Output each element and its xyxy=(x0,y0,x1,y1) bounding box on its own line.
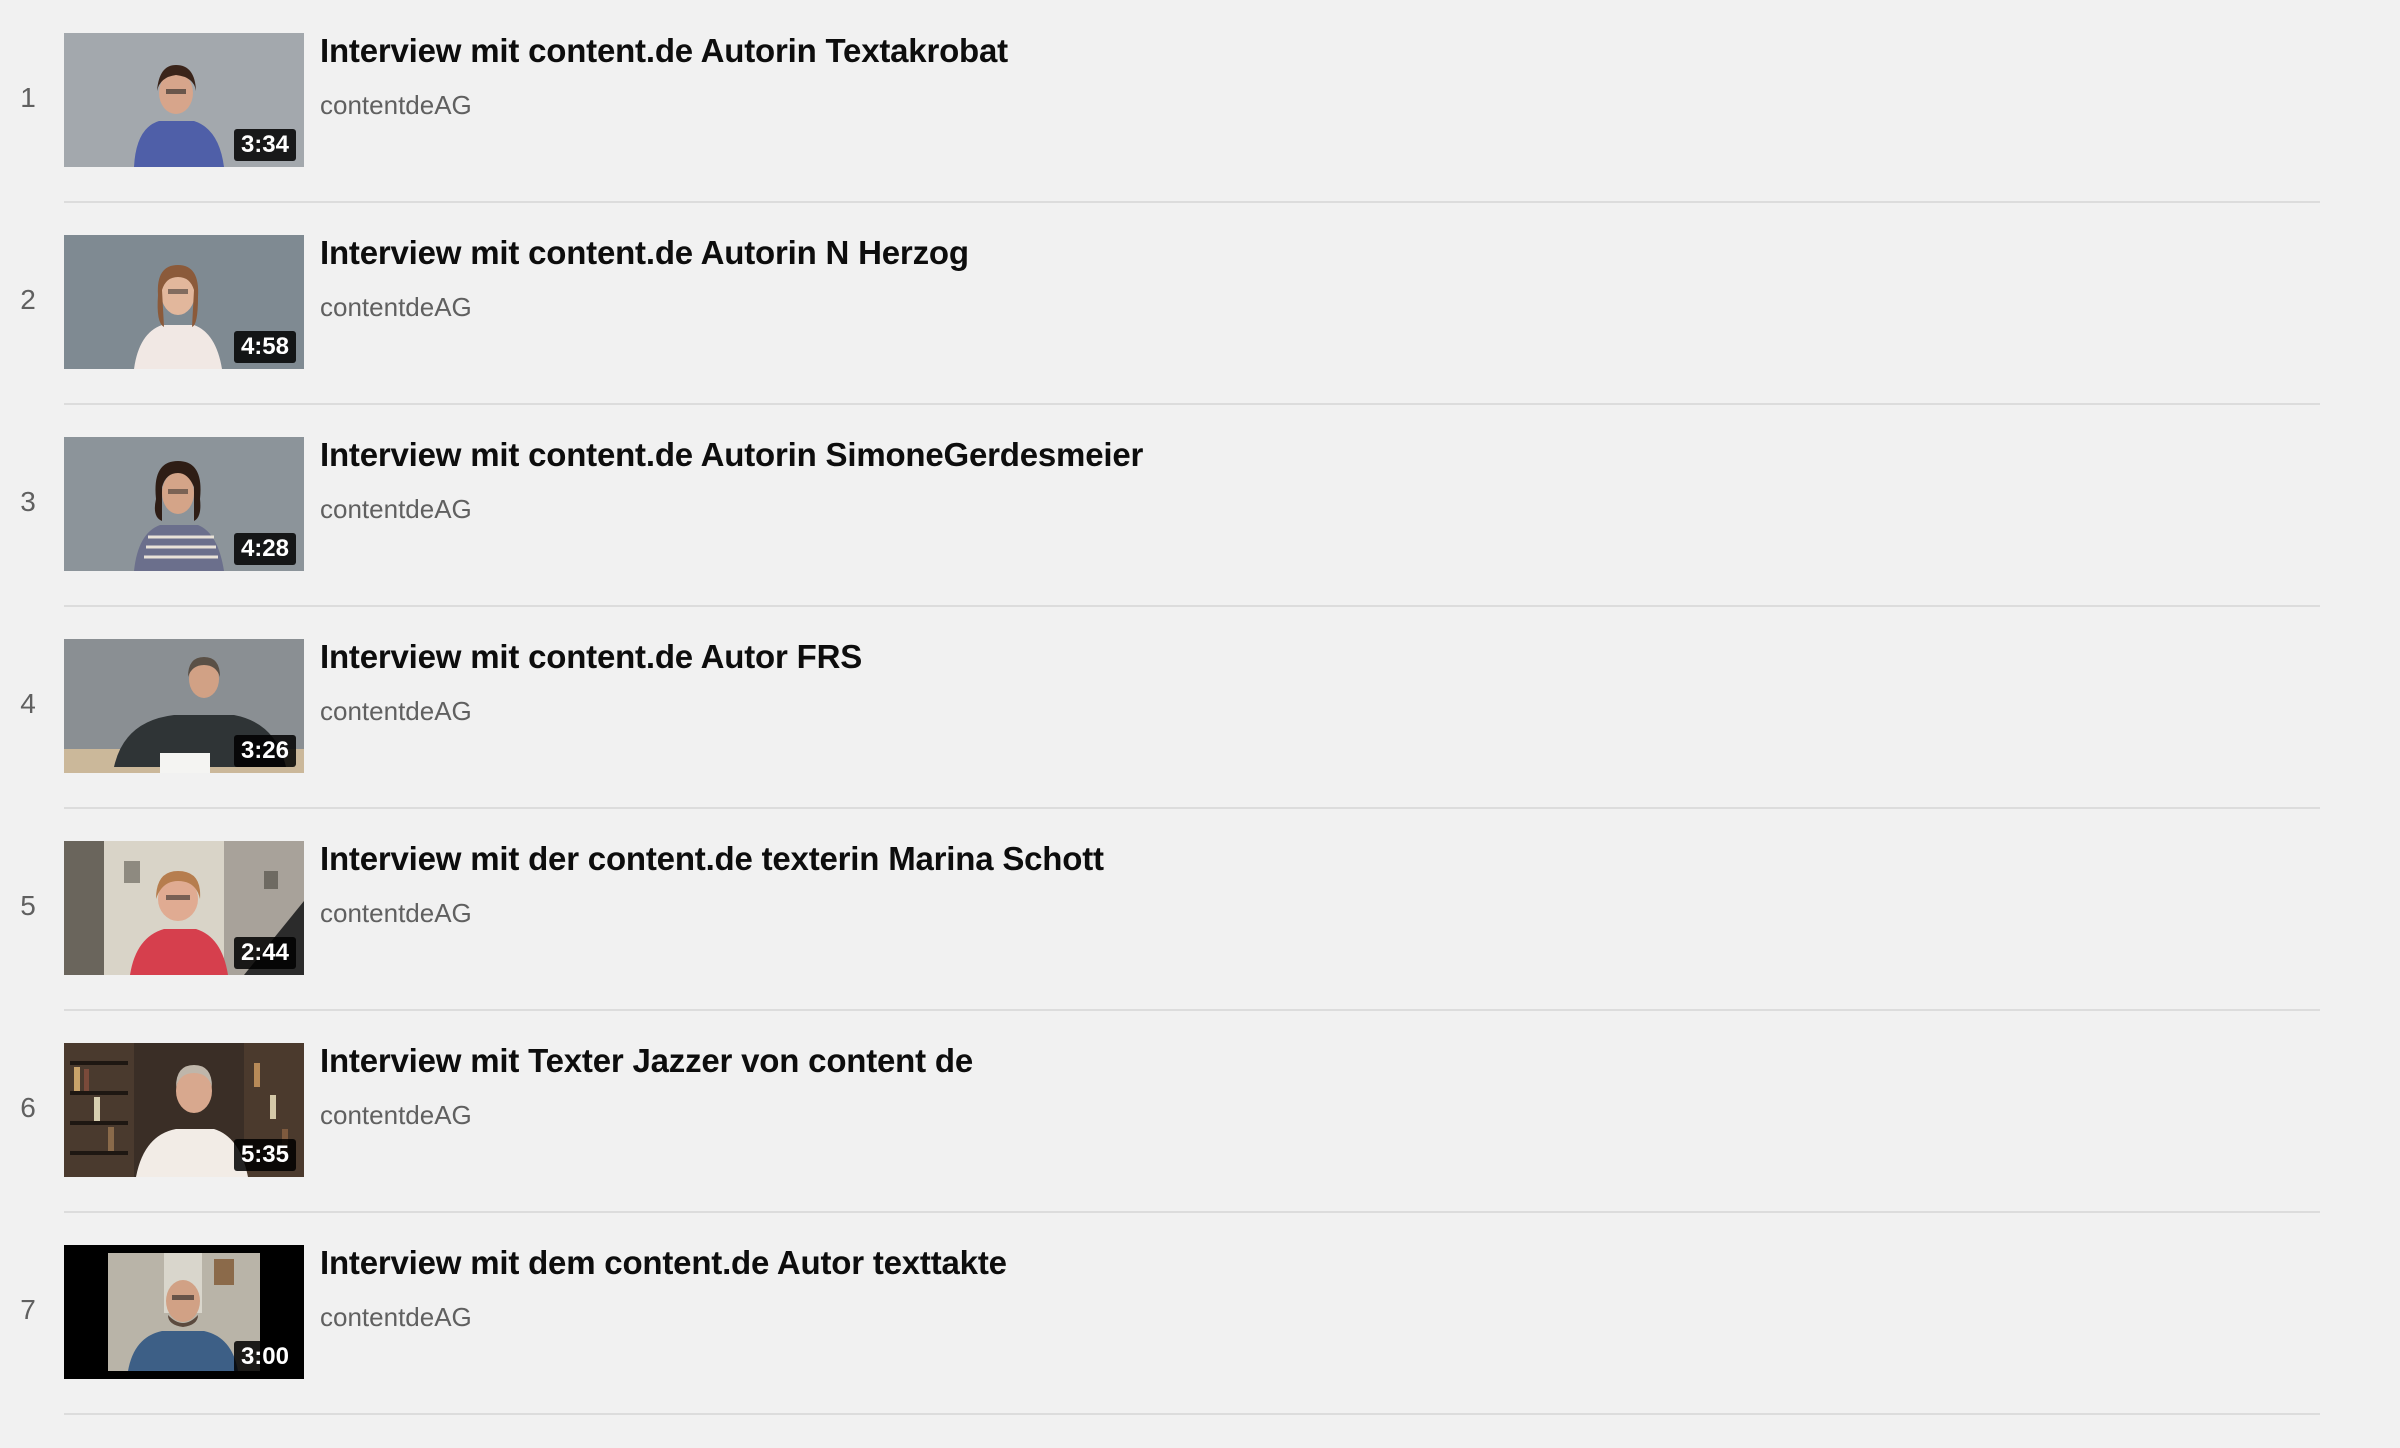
video-title[interactable]: Interview mit Texter Jazzer von content … xyxy=(320,1042,973,1080)
video-title[interactable]: Interview mit content.de Autorin SimoneG… xyxy=(320,436,1143,474)
channel-name[interactable]: contentdeAG xyxy=(320,696,472,727)
video-title[interactable]: Interview mit dem content.de Autor textt… xyxy=(320,1244,1007,1282)
playlist-item[interactable]: 4 3:26 Interview mit content.de Autor FR… xyxy=(0,606,2400,809)
divider xyxy=(64,1413,2320,1415)
duration-badge: 4:58 xyxy=(233,331,296,363)
channel-name[interactable]: contentdeAG xyxy=(320,494,472,525)
channel-name[interactable]: contentdeAG xyxy=(320,90,472,121)
video-thumbnail[interactable]: 4:58 xyxy=(64,235,304,369)
item-index: 3 xyxy=(20,486,36,517)
item-index: 1 xyxy=(20,82,36,113)
channel-name[interactable]: contentdeAG xyxy=(320,898,472,929)
playlist-item[interactable]: 2 4:58 Interview mit content.de Autorin … xyxy=(0,202,2400,405)
channel-name[interactable]: contentdeAG xyxy=(320,1100,472,1131)
item-index: 4 xyxy=(20,688,36,719)
item-index: 7 xyxy=(20,1294,36,1325)
playlist-item[interactable]: 3 4:28 Interview mit content.de Autorin … xyxy=(0,404,2400,607)
video-title[interactable]: Interview mit content.de Autorin Textakr… xyxy=(320,32,1008,70)
video-thumbnail[interactable]: 5:35 xyxy=(64,1043,304,1177)
duration-badge: 3:00 xyxy=(233,1341,296,1373)
item-index: 2 xyxy=(20,284,36,315)
channel-name[interactable]: contentdeAG xyxy=(320,1302,472,1333)
playlist-item[interactable]: 6 5:35 Interview mit Texter Jazzer von c… xyxy=(0,1010,2400,1213)
item-index: 5 xyxy=(20,890,36,921)
duration-badge: 2:44 xyxy=(233,937,296,969)
duration-badge: 4:28 xyxy=(233,533,296,565)
video-title[interactable]: Interview mit content.de Autorin N Herzo… xyxy=(320,234,969,272)
video-thumbnail[interactable]: 3:34 xyxy=(64,33,304,167)
duration-badge: 3:34 xyxy=(233,129,296,161)
video-thumbnail[interactable]: 3:26 xyxy=(64,639,304,773)
duration-badge: 3:26 xyxy=(233,735,296,767)
video-thumbnail[interactable]: 3:00 xyxy=(64,1245,304,1379)
duration-badge: 5:35 xyxy=(233,1139,296,1171)
channel-name[interactable]: contentdeAG xyxy=(320,292,472,323)
playlist-item[interactable]: 1 3:34 Interview mit content.de Autorin … xyxy=(0,0,2400,203)
playlist-item[interactable]: 5 2:44 Interview mit der content.de text… xyxy=(0,808,2400,1011)
item-index: 6 xyxy=(20,1092,36,1123)
video-thumbnail[interactable]: 2:44 xyxy=(64,841,304,975)
playlist-item[interactable]: 7 3:00 Interview mit dem content.de Auto… xyxy=(0,1212,2400,1415)
video-thumbnail[interactable]: 4:28 xyxy=(64,437,304,571)
video-title[interactable]: Interview mit content.de Autor FRS xyxy=(320,638,862,676)
video-title[interactable]: Interview mit der content.de texterin Ma… xyxy=(320,840,1104,878)
